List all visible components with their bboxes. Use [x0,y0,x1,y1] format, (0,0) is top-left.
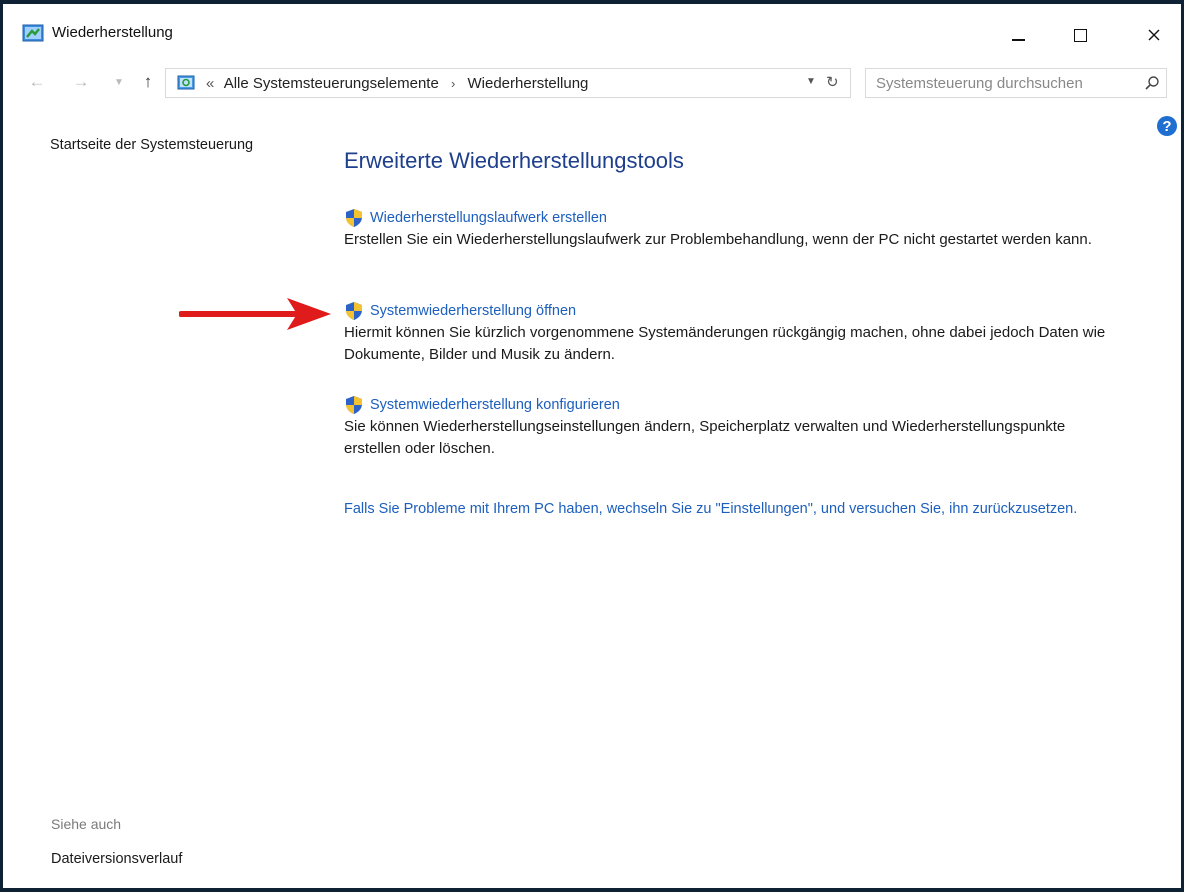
back-button[interactable]: ← [25,70,49,94]
title-bar: Wiederherstellung [3,4,1181,60]
up-button[interactable]: ↑ [137,70,159,94]
minimize-button[interactable] [998,18,1038,52]
breadcrumb-overflow[interactable]: « [206,75,214,92]
navigation-bar: ← → ▼ ↑ « Alle Systemsteuerungselemente … [3,66,1181,100]
minimize-icon [1011,39,1025,41]
task-create-recovery-drive: Wiederherstellungslaufwerk erstellen Ers… [344,207,1124,251]
breadcrumb-separator-icon[interactable]: › [451,76,455,91]
task-configure-system-restore: Systemwiederherstellung konfigurieren Si… [344,394,1124,460]
help-icon[interactable]: ? [1157,116,1177,136]
uac-shield-icon [346,209,362,227]
search-box[interactable]: Systemsteuerung durchsuchen [865,68,1167,98]
close-icon [1148,29,1160,41]
uac-shield-icon [346,302,362,320]
breadcrumb-recovery[interactable]: Wiederherstellung [468,75,589,92]
recovery-window: Wiederherstellung ← → ▼ ↑ « Alle Systems… [3,4,1181,888]
create-recovery-drive-description: Erstellen Sie ein Wiederherstellungslauf… [344,231,1092,248]
forward-button[interactable]: → [69,70,93,94]
control-panel-app-icon [22,24,44,42]
breadcrumb-all-control-panel-items[interactable]: Alle Systemsteuerungselemente [224,75,439,92]
window-title: Wiederherstellung [52,24,173,41]
address-dropdown-icon[interactable]: ▼ [806,76,816,87]
configure-system-restore-description: Sie können Wiederherstellungseinstellung… [344,418,1066,457]
recent-locations-button[interactable]: ▼ [111,70,127,94]
create-recovery-drive-link[interactable]: Wiederherstellungslaufwerk erstellen [344,207,1124,229]
uac-shield-icon [346,396,362,414]
task-open-system-restore: Systemwiederherstellung öffnen Hiermit k… [344,300,1124,366]
maximize-button[interactable] [1060,18,1100,52]
red-arrow-annotation-icon [179,298,331,330]
control-panel-home-link[interactable]: Startseite der Systemsteuerung [50,137,253,153]
configure-system-restore-label[interactable]: Systemwiederherstellung konfigurieren [370,397,620,413]
open-system-restore-description: Hiermit können Sie kürzlich vorgenommene… [344,324,1106,363]
configure-system-restore-link[interactable]: Systemwiederherstellung konfigurieren [344,394,1124,416]
search-input[interactable]: Systemsteuerung durchsuchen [876,75,1083,92]
control-panel-icon [177,75,195,90]
page-title: Erweiterte Wiederherstellungstools [344,148,684,173]
see-also-label: Siehe auch [51,816,122,832]
up-arrow-icon: ↑ [143,72,153,91]
address-bar[interactable]: « Alle Systemsteuerungselemente › Wieder… [165,68,851,98]
breadcrumb: « Alle Systemsteuerungselemente › Wieder… [206,75,588,92]
back-arrow-icon: ← [28,72,46,91]
open-system-restore-label[interactable]: Systemwiederherstellung öffnen [370,303,576,319]
reset-pc-link[interactable]: Falls Sie Probleme mit Ihrem PC haben, w… [344,497,1134,521]
open-system-restore-link[interactable]: Systemwiederherstellung öffnen [344,300,1124,322]
close-button[interactable] [1134,18,1174,52]
file-history-link[interactable]: Dateiversionsverlauf [51,851,182,867]
search-icon[interactable] [1144,75,1160,91]
maximize-icon [1073,28,1087,42]
forward-arrow-icon: → [72,72,90,91]
chevron-down-icon: ▼ [114,76,124,88]
create-recovery-drive-label[interactable]: Wiederherstellungslaufwerk erstellen [370,210,607,226]
refresh-icon[interactable]: ↻ [826,73,839,91]
